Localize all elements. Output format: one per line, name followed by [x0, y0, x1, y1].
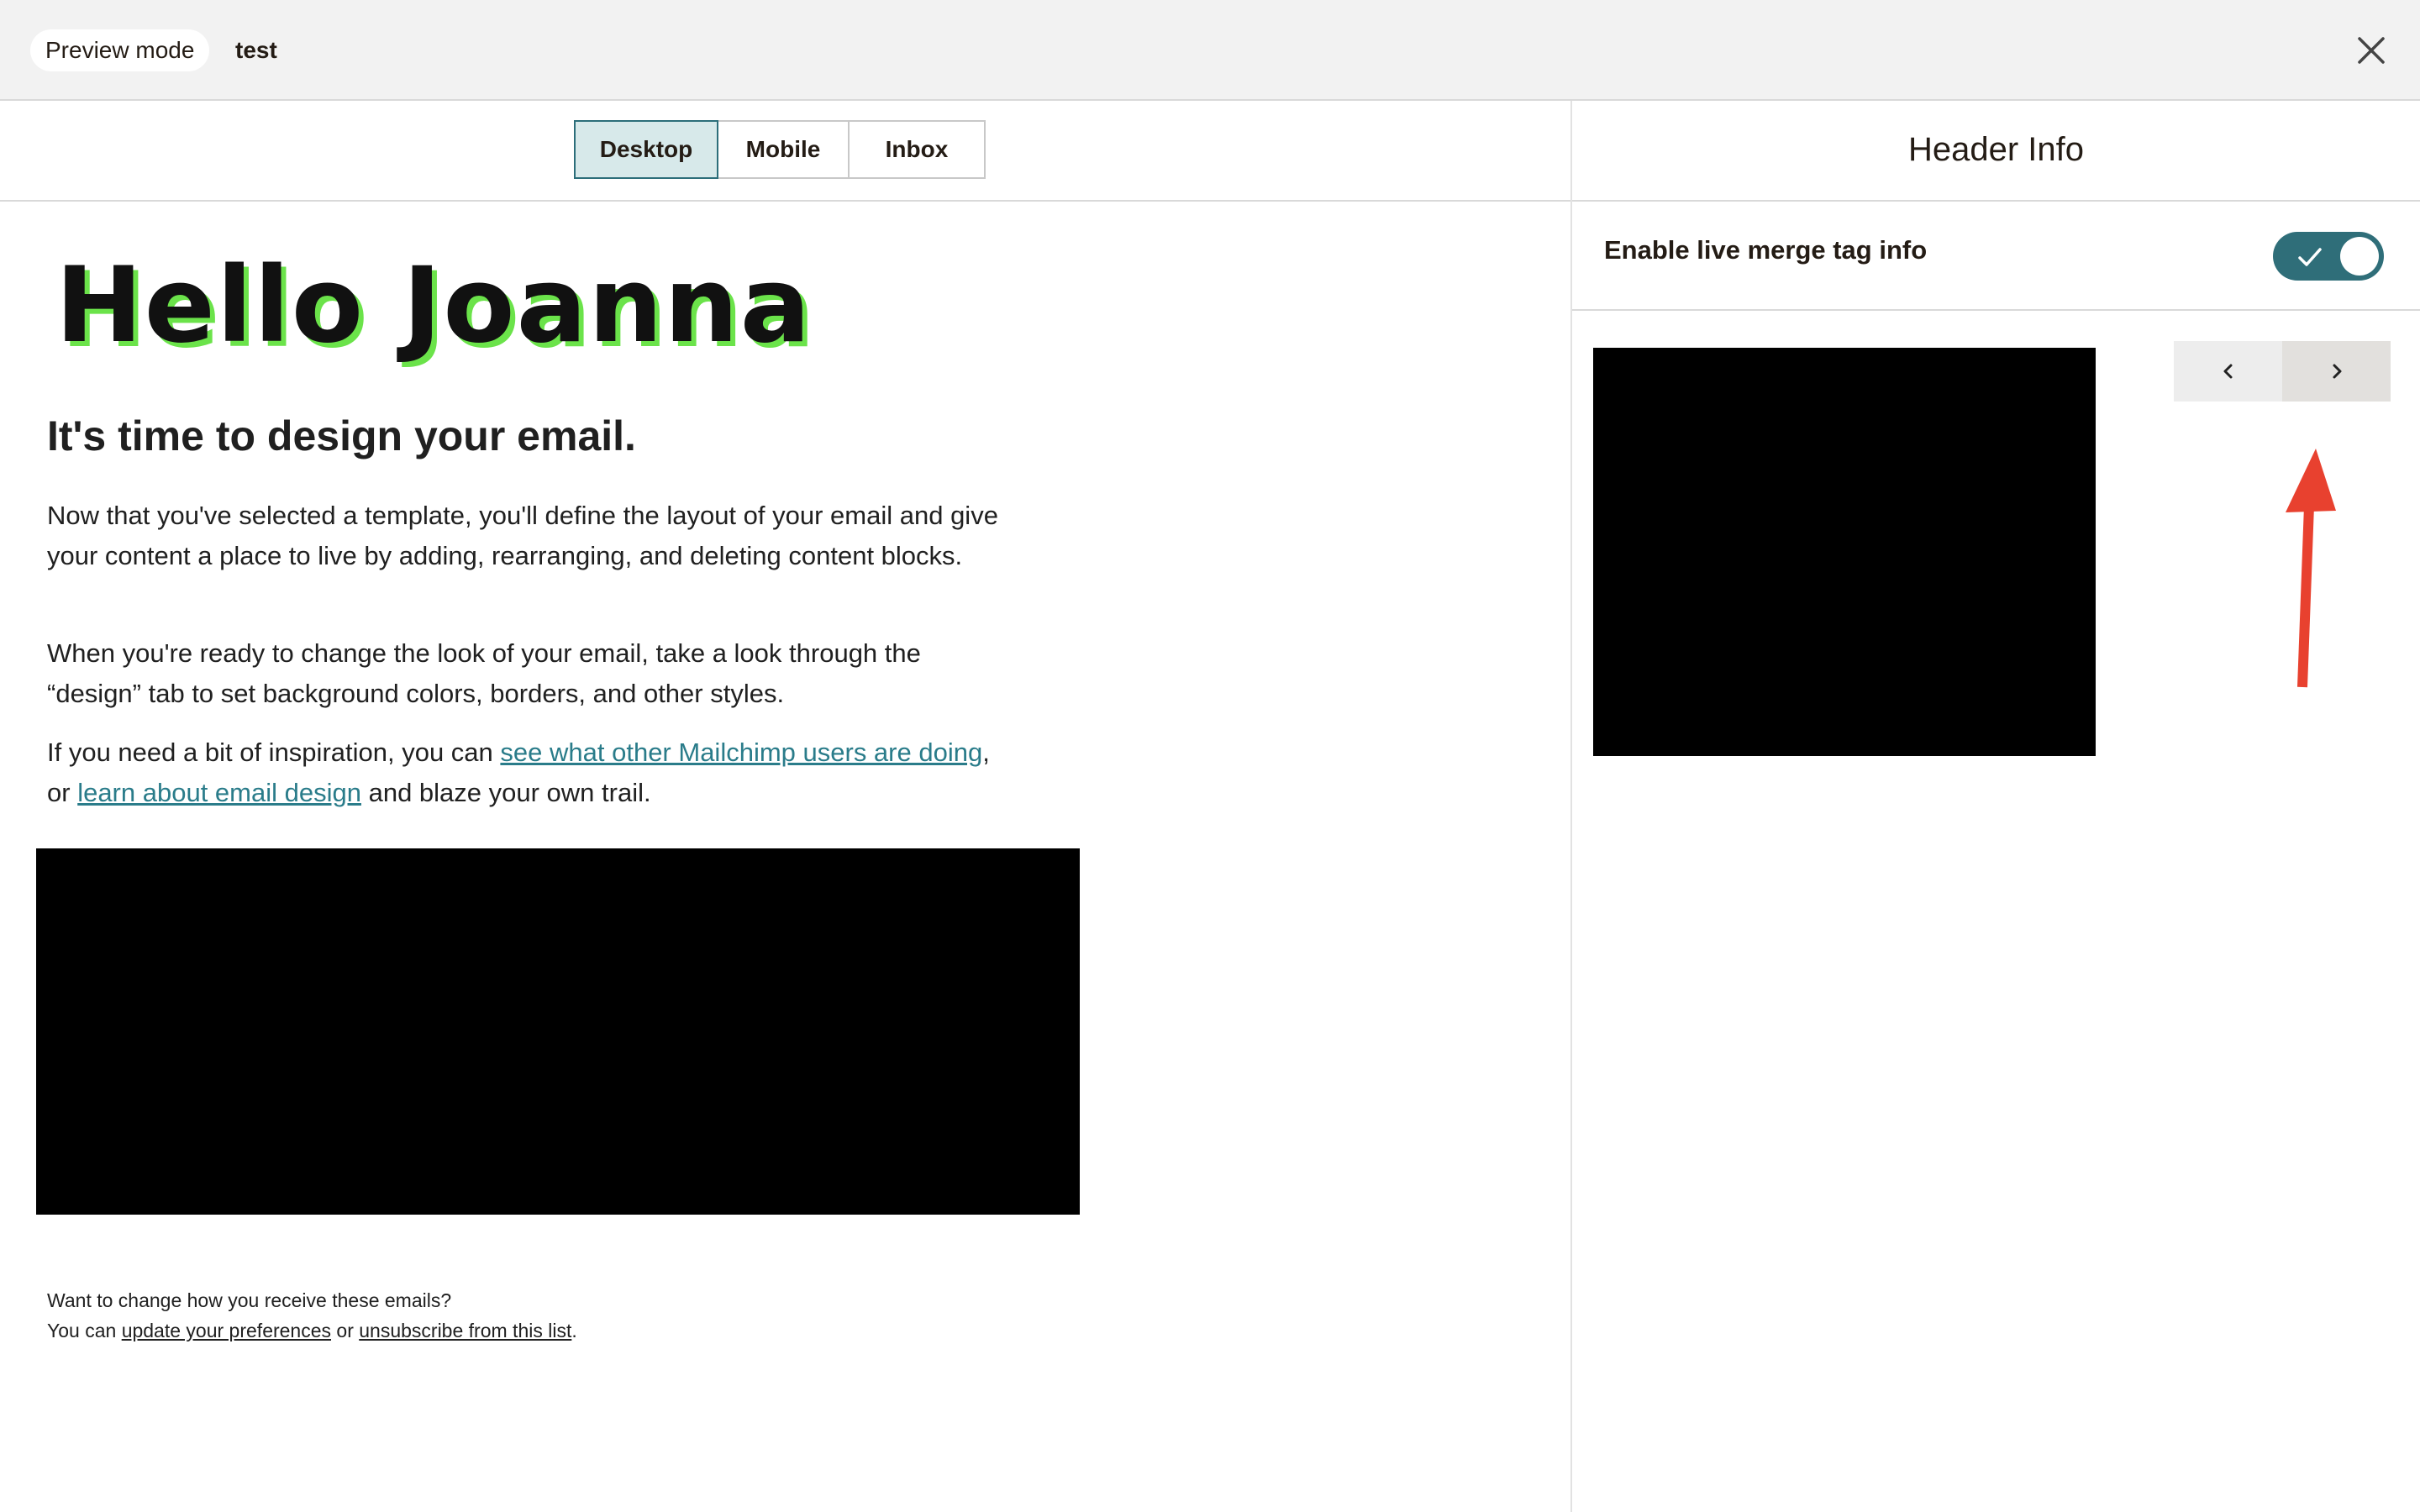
- previous-button[interactable]: [2174, 341, 2282, 402]
- tab-inbox[interactable]: Inbox: [848, 120, 986, 179]
- device-tabs: Desktop Mobile Inbox: [574, 120, 986, 179]
- update-preferences-link[interactable]: update your preferences: [122, 1320, 331, 1341]
- header-info-pager: [2174, 341, 2391, 402]
- chevron-right-icon: [2333, 364, 2341, 379]
- email-footer: Want to change how you receive these ema…: [47, 1285, 577, 1346]
- email-design-link[interactable]: learn about email design: [77, 778, 361, 807]
- paragraph-text: and blaze your own trail.: [360, 778, 651, 807]
- merge-tag-row: Enable live merge tag info: [1572, 202, 2420, 311]
- device-tabs-bar: Desktop Mobile Inbox: [0, 101, 1570, 202]
- email-paragraph-2: When you're ready to change the look of …: [47, 638, 921, 708]
- footer-text: or: [331, 1320, 360, 1341]
- side-panel-header: Header Info: [1572, 101, 2420, 202]
- tab-desktop[interactable]: Desktop: [574, 120, 718, 179]
- hero-title: Hello Joanna: [55, 245, 813, 366]
- footer-text: You can: [47, 1320, 122, 1341]
- redacted-header-info: [1593, 348, 2096, 756]
- close-icon[interactable]: [2351, 30, 2391, 71]
- tab-mobile[interactable]: Mobile: [717, 120, 850, 179]
- redacted-content-block: [36, 848, 1080, 1215]
- chevron-left-icon: [2223, 364, 2232, 379]
- panel-title: Header Info: [1907, 131, 2085, 168]
- preview-mode-badge: Preview mode: [30, 29, 210, 71]
- unsubscribe-link[interactable]: unsubscribe from this list: [359, 1320, 571, 1341]
- footer-line-1: Want to change how you receive these ema…: [47, 1289, 452, 1311]
- footer-text: .: [571, 1320, 577, 1341]
- email-paragraph-3: If you need a bit of inspiration, you ca…: [47, 732, 1013, 813]
- toggle-knob: [2340, 237, 2379, 276]
- panel-divider: [1570, 101, 1572, 1512]
- next-button[interactable]: [2282, 341, 2391, 402]
- annotation-arrow-icon: [2286, 449, 2336, 688]
- email-paragraph-1: Now that you've selected a template, you…: [47, 501, 998, 570]
- check-icon: [2298, 248, 2322, 266]
- email-preview: Hello Joanna It's time to design your em…: [0, 202, 1570, 1512]
- campaign-name: test: [235, 37, 277, 63]
- email-headline: It's time to design your email.: [47, 412, 636, 459]
- preview-topbar: Preview mode test: [0, 0, 2420, 101]
- inspiration-link[interactable]: see what other Mailchimp users are doing: [500, 738, 982, 767]
- footer-line-2: You can update your preferences or unsub…: [47, 1315, 577, 1346]
- merge-tag-label: Enable live merge tag info: [1604, 235, 1928, 265]
- paragraph-text: If you need a bit of inspiration, you ca…: [47, 738, 501, 767]
- merge-tag-toggle[interactable]: [2273, 232, 2384, 281]
